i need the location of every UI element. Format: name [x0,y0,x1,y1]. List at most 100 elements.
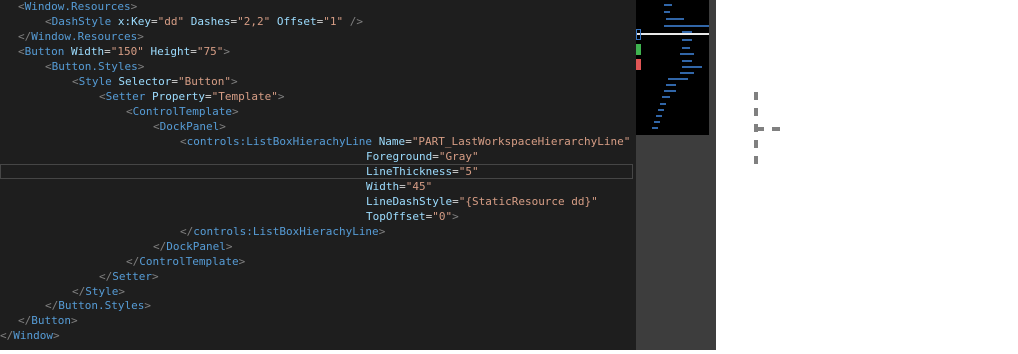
code-token: < [45,60,52,73]
code-line[interactable]: </Window.Resources> [0,29,144,44]
code-token: = [150,15,158,28]
code-token: LineDashStyle [366,195,453,208]
code-token: > [223,45,230,58]
minimap-line [658,109,664,111]
code-line[interactable]: <Button Width="150" Height="75"> [0,44,230,59]
code-line[interactable]: </Style> [0,284,125,299]
code-token: </ [72,285,86,298]
code-token: > [137,60,145,73]
code-token: > [231,105,239,118]
minimap-viewport-indicator[interactable] [636,33,709,35]
code-token: "150" [110,45,144,58]
code-line[interactable]: <Window.Resources> [0,0,137,14]
code-line[interactable]: <ControlTemplate> [0,104,239,119]
code-token: Setter [112,270,152,283]
code-token: "Button" [177,75,231,88]
code-token: Button.Styles [51,60,138,73]
code-token: < [18,0,25,13]
current-code-line[interactable]: LineThickness="5" [0,164,633,179]
minimap-line [662,96,670,98]
code-token: > [230,75,238,88]
code-token: Width [366,180,400,193]
code-line[interactable]: Width="45" [0,179,432,194]
code-token: "Template" [211,90,278,103]
code-line[interactable]: <DashStyle x:Key="dd" Dashes="2,2" Offse… [0,14,363,29]
code-line[interactable]: <Style Selector="Button"> [0,74,238,89]
code-token: Name [378,135,406,148]
code-line[interactable]: </Button> [0,313,78,328]
pane-splitter[interactable] [709,0,716,350]
code-token: Selector [118,75,172,88]
code-minimap[interactable] [636,0,709,135]
code-token: > [130,0,138,13]
code-line[interactable]: </controls:ListBoxHierachyLine> [0,224,385,239]
code-token: "5" [458,165,479,178]
minimap-line [682,31,692,33]
code-line[interactable]: </Window> [0,328,60,343]
code-token: Button.Styles [58,299,145,312]
code-token: x:Key [117,15,151,28]
code-line[interactable]: </Button.Styles> [0,298,151,313]
code-token: "45" [405,180,433,193]
code-token: > [71,314,78,327]
code-token: Setter [105,90,146,103]
code-line[interactable]: Foreground="Gray" [0,149,479,164]
code-token: Window.Resources [31,30,138,43]
code-token: > [137,30,144,43]
code-line[interactable]: <controls:ListBoxHierachyLine Name="PART… [0,134,630,149]
code-line[interactable]: </Setter> [0,269,159,284]
code-line[interactable]: LineDashStyle="{StaticResource dd}" [0,194,598,209]
code-token: = [190,45,197,58]
minimap-line [680,53,694,55]
minimap-line [666,84,676,86]
code-token: = [104,45,111,58]
code-token: Window.Resources [24,0,131,13]
code-token: < [153,120,160,133]
code-token: "1" [323,15,344,28]
xaml-code-editor[interactable]: <Window.Resources> <DashStyle x:Key="dd" … [0,0,636,350]
minimap-line [654,121,660,123]
code-line[interactable]: </DockPanel> [0,239,232,254]
code-line[interactable]: <DockPanel> [0,119,226,134]
code-token: > [152,270,159,283]
code-token: > [238,255,246,268]
code-line[interactable]: <Button.Styles> [0,59,144,74]
code-token: controls:ListBoxHierachyLine [193,225,379,238]
code-token: = [204,90,212,103]
code-token: Offset [276,15,317,28]
code-token: Width [71,45,105,58]
minimap-line [656,115,662,117]
minimap-selection-marker [636,29,641,40]
code-token: </ [18,30,32,43]
code-token: < [180,135,187,148]
code-line[interactable]: TopOffset="0"> [0,209,459,224]
code-line[interactable]: <Setter Property="Template"> [0,89,284,104]
minimap-line [682,60,692,62]
code-token: "Gray" [438,150,479,163]
code-token: > [219,120,226,133]
code-token: = [432,150,439,163]
minimap-line [666,18,684,20]
code-token: </ [180,225,194,238]
code-token: < [99,90,106,103]
code-token: < [18,45,25,58]
code-token: < [45,15,52,28]
minimap-line [664,11,670,13]
preview-canvas [754,92,782,166]
code-token: TopOffset [366,210,426,223]
code-token: Button [24,45,65,58]
code-token: "0" [432,210,453,223]
code-line[interactable]: </ControlTemplate> [0,254,245,269]
code-token: Style [78,75,112,88]
code-token: > [53,329,60,342]
code-token: = [399,180,406,193]
code-token: = [452,195,459,208]
code-token: Button [31,314,71,327]
code-token: </ [153,240,167,253]
code-token: < [72,75,79,88]
